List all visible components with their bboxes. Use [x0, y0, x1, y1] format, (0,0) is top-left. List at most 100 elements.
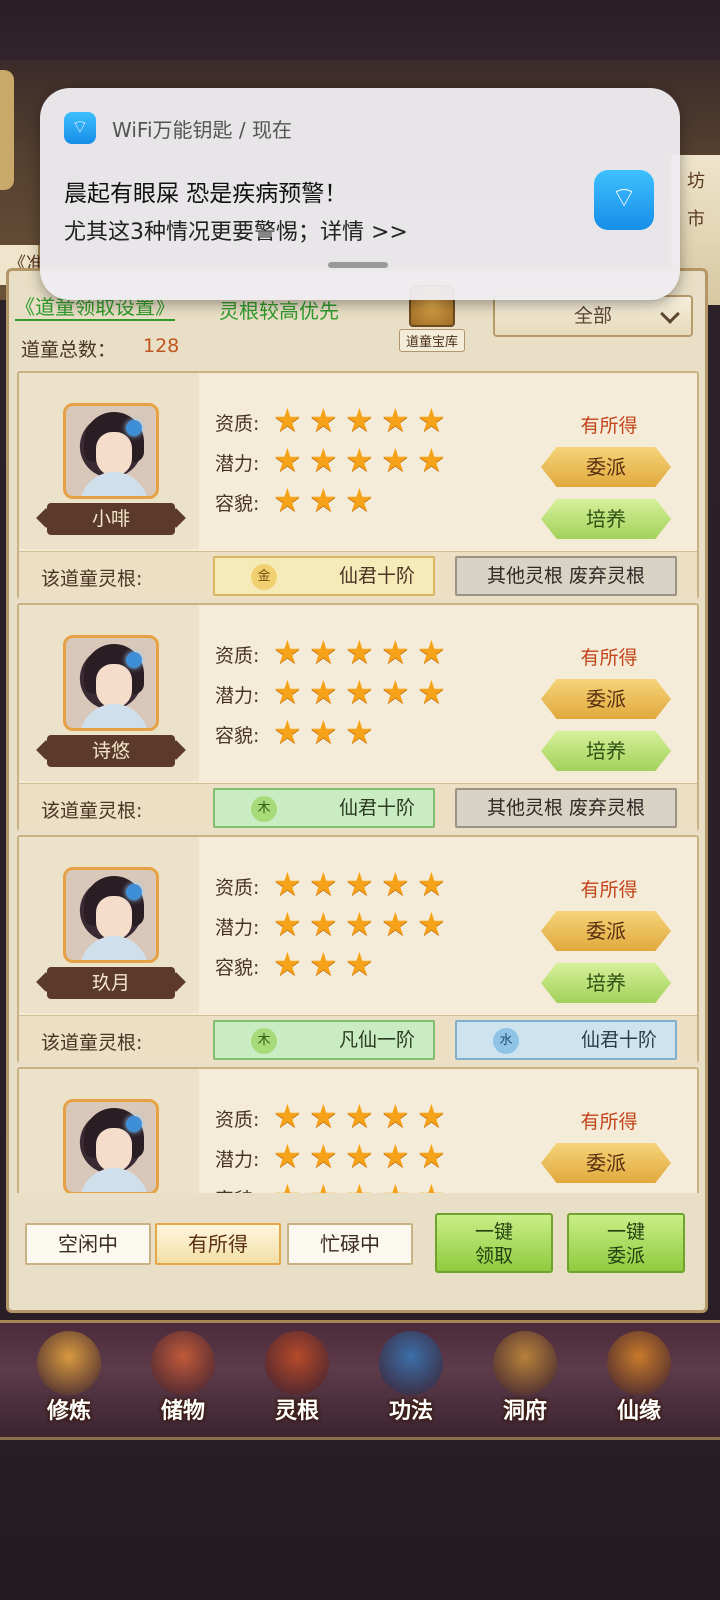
portrait-area: 小啡 [19, 373, 199, 549]
primary-root-box[interactable]: 金 仙君十阶 [213, 556, 435, 596]
aptitude-stars: ★ ★ ★ ★ ★ [273, 1099, 453, 1133]
star-icon: ★ [309, 945, 338, 983]
aptitude-stars: ★ ★ ★ ★ ★ [273, 635, 453, 669]
appearance-stars: ★ ★ ★ [273, 715, 381, 749]
nav-item-cultivation[interactable]: 修炼 [14, 1331, 124, 1439]
other-root-text: 其他灵根 废弃灵根 [486, 565, 646, 587]
star-icon: ★ [381, 633, 410, 671]
primary-root-box[interactable]: 木 仙君十阶 [213, 788, 435, 828]
dao-boy-list[interactable]: 小啡 资质: ★ ★ ★ ★ ★ 潜力: ★ ★ ★ ★ ★ 容貌: ★ ★ ★ 有所得 委派 培养… [17, 371, 699, 1193]
nav-item-immortal-fate[interactable]: 仙缘 [584, 1331, 694, 1439]
element-icon: 木 [251, 1028, 277, 1054]
avatar[interactable] [63, 635, 159, 731]
notification-handle[interactable] [328, 262, 388, 268]
status-text: 有所得 [580, 1111, 638, 1133]
star-icon: ★ [345, 481, 374, 519]
push-notification[interactable]: ⌔ WiFi万能钥匙 / 现在 晨起有眼屎 恐是疾病预警！ 尤其这3种情况更要警… [40, 88, 680, 300]
other-root-button[interactable]: 其他灵根 废弃灵根 [455, 556, 677, 596]
assign-all-button[interactable]: 一键 委派 [567, 1213, 685, 1273]
nav-label: 修炼 [46, 1399, 91, 1424]
technique-book-icon [379, 1331, 443, 1395]
primary-root-box[interactable]: 木 凡仙一阶 [213, 1020, 435, 1060]
filter-dropdown[interactable]: 全部 [493, 295, 693, 337]
star-icon: ★ [345, 713, 374, 751]
star-icon: ★ [273, 1137, 302, 1175]
star-icon: ★ [417, 441, 446, 479]
avatar[interactable] [63, 403, 159, 499]
dao-boy-card: 小啡 资质: ★ ★ ★ ★ ★ 潜力: ★ ★ ★ ★ ★ 容貌: ★ ★ ★ 有所得 委派 培养… [17, 371, 699, 599]
collect-all-label: 一键 领取 [474, 1221, 513, 1267]
notification-title: 晨起有眼屎 恐是疾病预警！ [64, 181, 348, 207]
star-icon: ★ [381, 905, 410, 943]
star-icon: ★ [417, 633, 446, 671]
element-icon: 金 [251, 564, 277, 590]
star-icon: ★ [381, 865, 410, 903]
dao-boy-card: 玖月 资质: ★ ★ ★ ★ ★ 潜力: ★ ★ ★ ★ ★ 容貌: ★ ★ ★ 有所得 委派 培养… [17, 835, 699, 1063]
collect-all-button[interactable]: 一键 领取 [435, 1213, 553, 1273]
star-icon: ★ [345, 673, 374, 711]
star-icon: ★ [273, 1097, 302, 1135]
star-icon: ★ [417, 401, 446, 439]
aptitude-label: 资质: [215, 413, 260, 435]
root-text: 仙君十阶 [338, 565, 415, 587]
nav-item-storage-bag[interactable]: 储物 [128, 1331, 238, 1439]
portrait-area: 诗悠 [19, 605, 199, 781]
cultivation-icon [37, 1331, 101, 1395]
root-text: 仙君十阶 [338, 797, 415, 819]
wifi-key-icon: ⌔ [594, 170, 654, 230]
star-icon: ★ [273, 633, 302, 671]
train-button[interactable]: 培养 [541, 963, 671, 1003]
appearance-label: 容貌: [215, 1185, 259, 1193]
tab-gained[interactable]: 有所得 [155, 1223, 281, 1265]
nav-item-technique-book[interactable]: 功法 [356, 1331, 466, 1439]
water-element-icon: 水 [493, 1028, 519, 1054]
nav-item-cave-house[interactable]: 洞府 [470, 1331, 580, 1439]
star-icon: ★ [381, 441, 410, 479]
train-button[interactable]: 培养 [541, 499, 671, 539]
spirit-root-label: 该道童灵根: [41, 568, 143, 590]
assign-button[interactable]: 委派 [541, 911, 671, 951]
assign-all-label: 一键 委派 [606, 1221, 645, 1267]
star-icon: ★ [417, 905, 446, 943]
nav-label: 洞府 [502, 1399, 547, 1424]
aptitude-label: 资质: [215, 645, 260, 667]
avatar[interactable] [63, 867, 159, 963]
total-value: 128 [143, 335, 180, 357]
potential-stars: ★ ★ ★ ★ ★ [273, 1139, 453, 1173]
train-button[interactable]: 培养 [541, 731, 671, 771]
star-icon: ★ [309, 865, 338, 903]
star-icon: ★ [309, 1097, 338, 1135]
star-icon: ★ [309, 633, 338, 671]
other-root-button[interactable]: 其他灵根 废弃灵根 [455, 788, 677, 828]
appearance-label: 容貌: [215, 493, 260, 515]
immortal-fate-icon [607, 1331, 671, 1395]
tab-busy[interactable]: 忙碌中 [287, 1223, 413, 1265]
dao-boy-name: 玖月 [47, 967, 175, 999]
appearance-stars: ★ ★ ★ [273, 947, 381, 981]
star-icon: ★ [309, 1137, 338, 1175]
assign-button[interactable]: 委派 [541, 679, 671, 719]
star-icon: ★ [345, 441, 374, 479]
nav-item-spirit-root[interactable]: 灵根 [242, 1331, 352, 1439]
dao-boy-panel: 《道童领取设置》 灵根较高优先 道童宝库 全部 道童总数： 128 小啡 资质:… [6, 268, 708, 1313]
assign-button[interactable]: 委派 [541, 1143, 671, 1183]
star-icon: ★ [309, 1179, 345, 1193]
star-icon: ★ [273, 945, 302, 983]
spirit-root-label: 该道童灵根: [41, 800, 143, 822]
spirit-root-label: 该道童灵根: [41, 1032, 143, 1054]
star-icon: ★ [417, 673, 446, 711]
potential-label: 潜力: [215, 917, 260, 939]
tab-idle[interactable]: 空闲中 [25, 1223, 151, 1265]
assign-button[interactable]: 委派 [541, 447, 671, 487]
nav-label: 灵根 [274, 1399, 319, 1424]
star-icon: ★ [309, 401, 338, 439]
avatar[interactable] [63, 1099, 159, 1193]
star-icon: ★ [345, 1097, 374, 1135]
star-icon: ★ [417, 1137, 446, 1175]
treasury-label: 道童宝库 [398, 329, 465, 352]
star-icon: ★ [273, 713, 302, 751]
storage-bag-icon [151, 1331, 215, 1395]
secondary-root-box[interactable]: 水 仙君十阶 [455, 1020, 677, 1060]
dao-boy-name: 诗悠 [47, 735, 175, 767]
aptitude-label: 资质: [215, 1109, 260, 1131]
